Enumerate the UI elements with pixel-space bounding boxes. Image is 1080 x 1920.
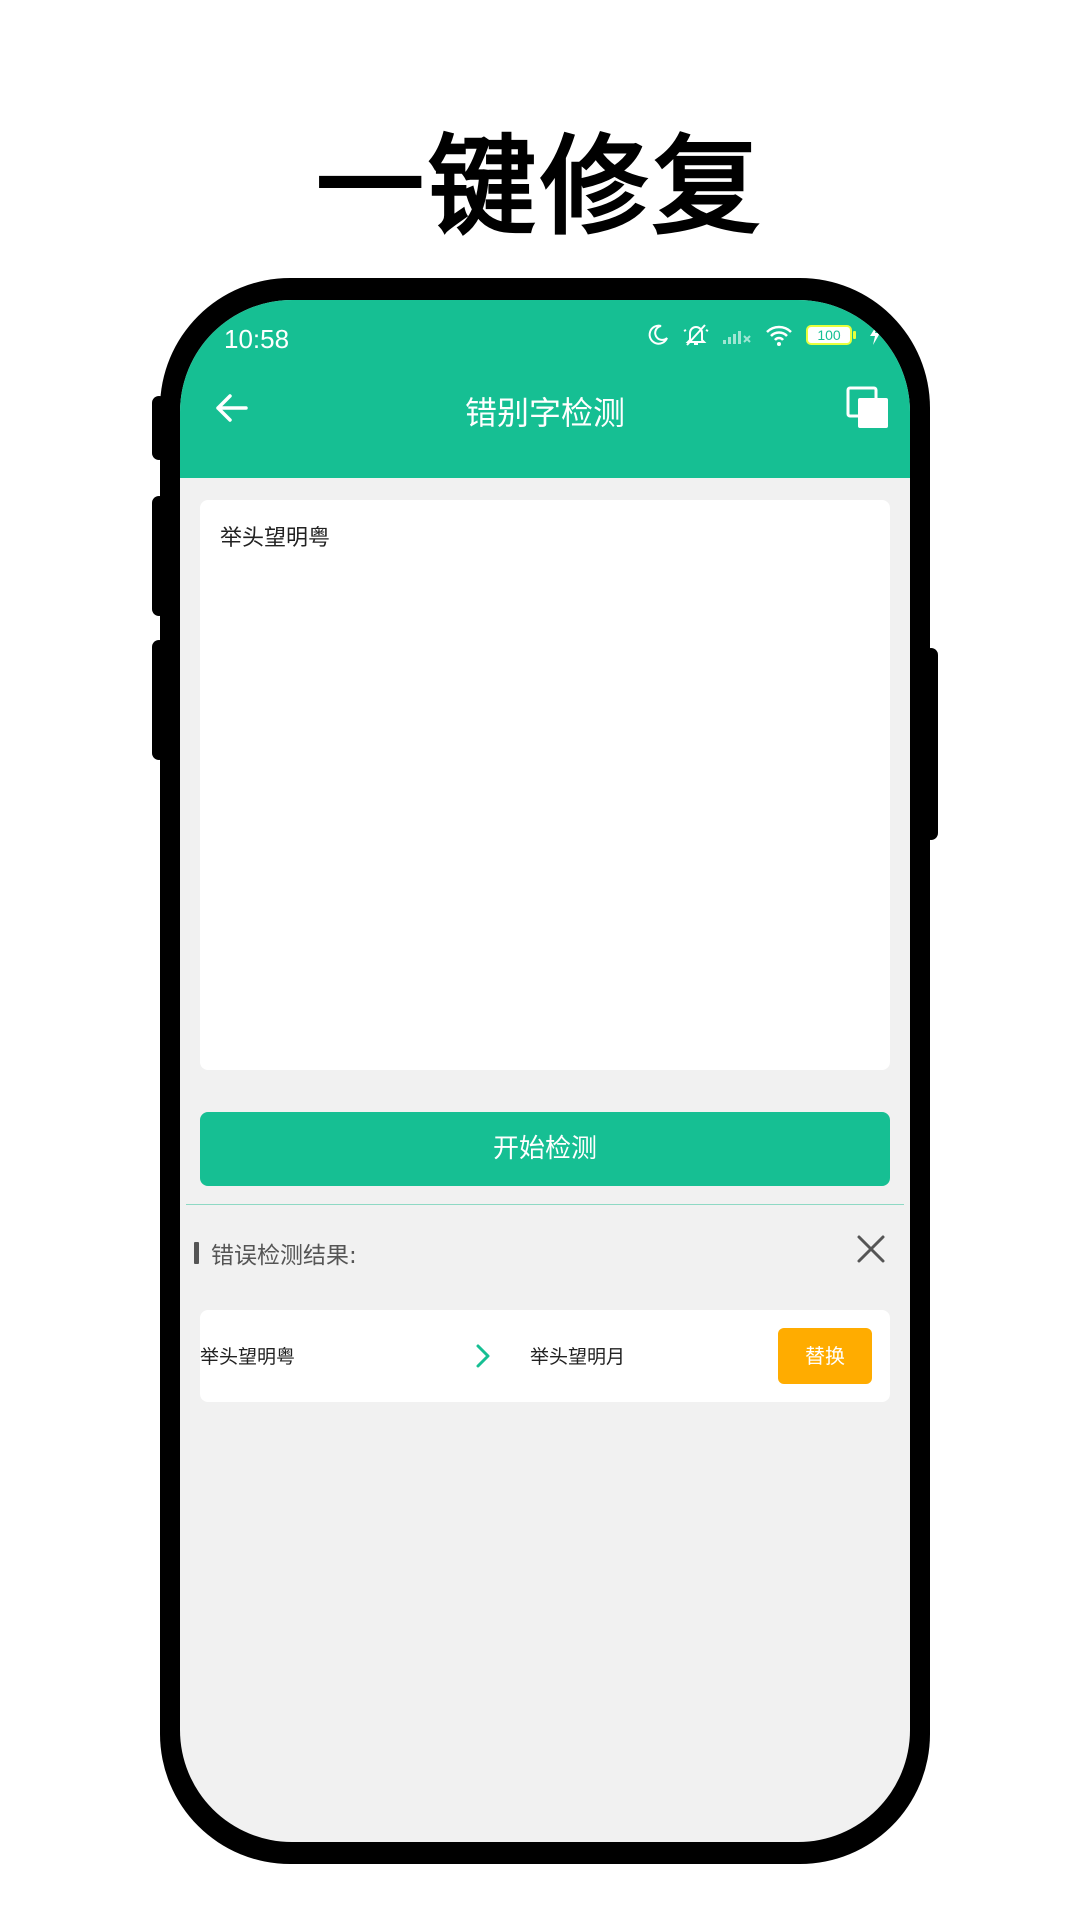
copy-icon [846, 386, 888, 428]
app-header: 10:58 100 错别字检测 [180, 300, 910, 478]
text-input-area[interactable]: 举头望明粤 [200, 500, 890, 1070]
app-screen: 10:58 100 错别字检测 举头望明粤 开始检测 错误检测结果: 举头望明粤… [180, 300, 910, 1842]
phone-side-button-volume-down [152, 640, 166, 760]
section-divider [186, 1204, 904, 1205]
result-row: 举头望明粤 举头望明月 替换 [200, 1310, 890, 1402]
close-results-button[interactable] [854, 1232, 888, 1266]
original-text: 举头望明粤 [200, 1346, 296, 1368]
status-time: 10:58 [224, 324, 290, 354]
page-title: 错别字检测 [464, 394, 625, 432]
copy-button[interactable] [844, 384, 892, 432]
phone-side-button-volume-up [152, 496, 166, 616]
charging-icon [868, 324, 882, 346]
promo-title: 一键修复 [315, 125, 764, 250]
moon-icon [646, 323, 670, 347]
battery-icon: 100 [806, 325, 856, 345]
signal-icon [722, 324, 752, 346]
close-icon [857, 1235, 885, 1263]
result-header-marker [194, 1242, 199, 1264]
chevron-right-icon [476, 1344, 490, 1368]
battery-level: 100 [806, 325, 856, 345]
result-header-label: 错误检测结果: [211, 1243, 357, 1269]
replace-button[interactable]: 替换 [778, 1328, 872, 1384]
bell-off-icon [682, 322, 710, 348]
corrected-text: 举头望明月 [530, 1346, 626, 1368]
wifi-icon [764, 323, 794, 347]
start-detect-button[interactable]: 开始检测 [200, 1112, 890, 1186]
phone-side-button-mute [152, 396, 166, 460]
phone-frame: 10:58 100 错别字检测 举头望明粤 开始检测 错误检测结果: 举头望明粤… [152, 278, 938, 1864]
phone-side-button-power [924, 648, 938, 840]
result-header: 错误检测结果: [194, 1236, 357, 1270]
status-icons: 100 [646, 322, 882, 348]
